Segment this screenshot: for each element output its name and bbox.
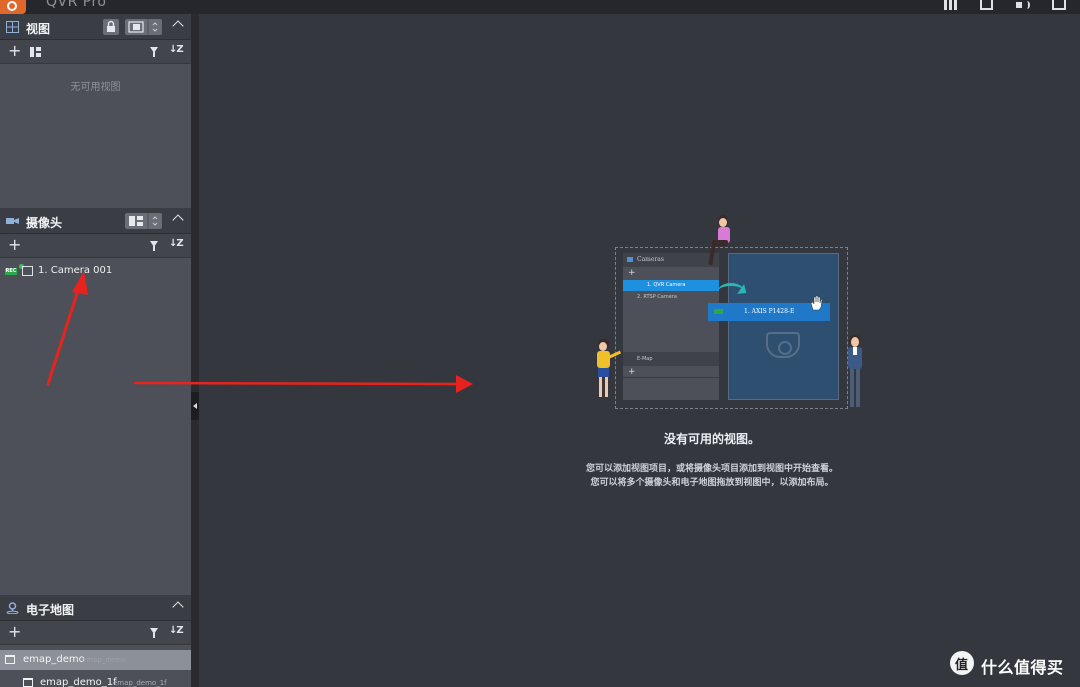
- cameras-filter-icon[interactable]: [150, 241, 158, 251]
- illustration-rec-badge: [714, 309, 723, 314]
- emap-filter-icon[interactable]: [150, 628, 158, 638]
- fullscreen-icon[interactable]: [980, 0, 993, 10]
- view-mode-icon: [128, 19, 158, 35]
- map-icon: [23, 678, 33, 687]
- illustration-view-pane: [728, 253, 839, 400]
- camera-list-item[interactable]: REC 1. Camera 001: [0, 258, 191, 278]
- cameras-sort-icon[interactable]: ↓Z: [169, 238, 184, 249]
- cameras-collapse-chevron-icon[interactable]: [172, 214, 184, 226]
- emap-list-item[interactable]: emap_demo_1f emap_demo_1f: [0, 673, 191, 687]
- camera-device-icon: [22, 266, 33, 276]
- rec-badge: REC: [5, 268, 17, 275]
- watermark-text: 什么值得买: [981, 658, 1064, 677]
- dome-camera-icon: [766, 332, 800, 358]
- emap-toolbar: + ↓Z: [0, 621, 191, 645]
- camera-section-icon: [6, 218, 19, 224]
- map-icon: [5, 655, 15, 664]
- watermark-logo: [950, 651, 974, 675]
- views-list: 无可用视图: [0, 64, 191, 208]
- sidebar-collapse-button[interactable]: [191, 392, 199, 420]
- emap-item-label: emap_demo_1f: [40, 677, 117, 687]
- layout-icon[interactable]: [30, 47, 41, 57]
- add-view-button[interactable]: +: [8, 43, 21, 59]
- emap-collapse-chevron-icon[interactable]: [172, 601, 184, 613]
- cameras-section-header[interactable]: 摄像头: [0, 208, 191, 234]
- views-filter-icon[interactable]: [150, 47, 158, 57]
- map-pin-icon: [6, 602, 19, 614]
- view-grid-icon: [6, 21, 19, 33]
- lock-icon: [107, 20, 115, 32]
- emap-item-sub: emap_demo: [82, 656, 126, 664]
- cameras-toolbar: + ↓Z: [0, 234, 191, 258]
- illustration-emap-bar: +: [623, 366, 719, 378]
- app-title: QVR Pro: [46, 0, 107, 10]
- cameras-section-title: 摄像头: [26, 216, 63, 230]
- emap-item-label: emap_demo: [23, 654, 85, 665]
- app-logo: [0, 0, 26, 14]
- views-collapse-chevron-icon[interactable]: [172, 20, 184, 32]
- add-camera-button[interactable]: +: [8, 237, 21, 253]
- illustration-row-selected: 1. QVR Camera: [623, 280, 719, 291]
- emap-section-title: 电子地图: [26, 603, 75, 617]
- illustration-side-panel: Cameras + 1. QVR Camera 2. RTSP Camera E…: [623, 253, 719, 400]
- title-bar: QVR Pro: [0, 0, 1080, 14]
- empty-state-hint-2: 您可以将多个摄像头和电子地图拖放到视图中，以添加布局。: [590, 478, 834, 488]
- emap-item-sub: emap_demo_1f: [113, 679, 167, 687]
- illustration-emap-title: E-Map: [623, 352, 719, 366]
- volume-icon[interactable]: [1016, 0, 1030, 10]
- views-section-title: 视图: [26, 22, 51, 36]
- empty-state-illustration: Cameras + 1. QVR Camera 2. RTSP Camera E…: [585, 215, 870, 415]
- add-emap-button[interactable]: +: [8, 624, 21, 640]
- illustration-row: 2. RTSP Camera: [637, 294, 677, 300]
- views-toolbar: + ↓Z: [0, 40, 191, 64]
- emap-list-item[interactable]: emap_demo emap_demo: [0, 650, 191, 670]
- views-empty-text: 无可用视图: [70, 82, 121, 93]
- camera-view-mode-icon: [129, 213, 158, 229]
- hand-cursor-icon: [810, 295, 823, 311]
- layout-grid-icon[interactable]: [944, 0, 958, 10]
- empty-state-title: 没有可用的视图。: [663, 432, 760, 446]
- view-mode-toggle[interactable]: [125, 19, 162, 35]
- camera-item-label: 1. Camera 001: [38, 265, 113, 276]
- emap-sort-icon[interactable]: ↓Z: [169, 625, 184, 636]
- illustration-panel-title: Cameras: [623, 253, 719, 267]
- record-icon[interactable]: [1052, 0, 1066, 10]
- views-sort-icon[interactable]: ↓Z: [169, 44, 184, 55]
- empty-state-hint-1: 您可以添加视图项目，或将摄像头项目添加到视图中开始查看。: [585, 464, 838, 474]
- sidebar-splitter[interactable]: [191, 14, 199, 687]
- app-window: QVR Pro 视图 + ↓Z 无可用视图 摄像头 + ↓Z REC 1. Ca…: [0, 0, 1080, 687]
- illustration-plus-icon: +: [628, 268, 636, 278]
- views-section-header[interactable]: 视图: [0, 14, 191, 40]
- lock-button[interactable]: [103, 19, 119, 35]
- camera-view-mode-toggle[interactable]: [125, 213, 162, 229]
- emap-section-header[interactable]: 电子地图: [0, 595, 191, 621]
